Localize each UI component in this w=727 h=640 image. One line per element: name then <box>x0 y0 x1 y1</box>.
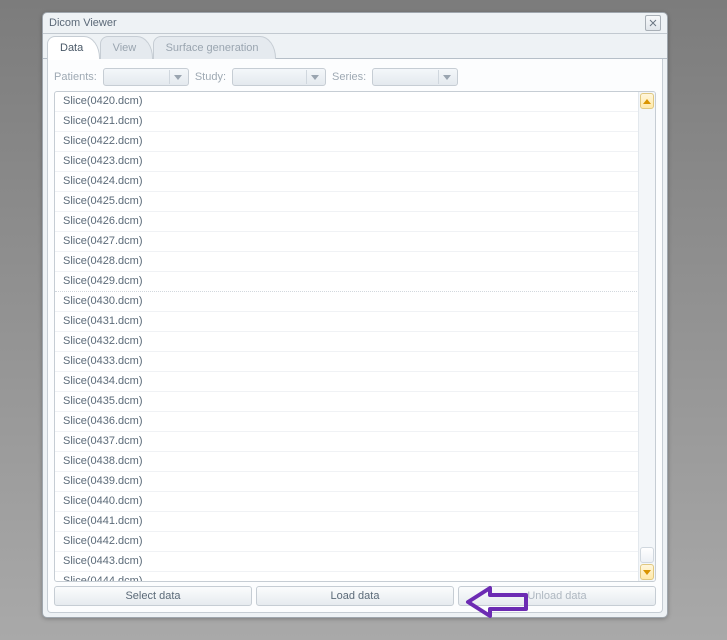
caret-up-icon <box>643 99 651 104</box>
list-item[interactable]: Slice(0426.dcm) <box>55 212 639 232</box>
dicom-viewer-dialog: Dicom Viewer Data View Surface generatio… <box>42 12 668 618</box>
list-item[interactable]: Slice(0420.dcm) <box>55 92 639 112</box>
list-item[interactable]: Slice(0432.dcm) <box>55 332 639 352</box>
list-item[interactable]: Slice(0431.dcm) <box>55 312 639 332</box>
series-label: Series: <box>332 71 366 83</box>
filter-row: Patients: Study: Series: <box>54 65 656 89</box>
list-item[interactable]: Slice(0433.dcm) <box>55 352 639 372</box>
tab-body-data: Patients: Study: Series: Slice(0420.dcm)… <box>47 59 663 613</box>
chevron-down-icon <box>438 70 455 84</box>
list-item[interactable]: Slice(0425.dcm) <box>55 192 639 212</box>
list-item[interactable]: Slice(0438.dcm) <box>55 452 639 472</box>
list-item[interactable]: Slice(0434.dcm) <box>55 372 639 392</box>
list-item[interactable]: Slice(0439.dcm) <box>55 472 639 492</box>
chevron-down-icon <box>169 70 186 84</box>
scroll-down-button[interactable] <box>640 564 654 580</box>
list-item[interactable]: Slice(0435.dcm) <box>55 392 639 412</box>
tab-strip: Data View Surface generation <box>43 36 667 59</box>
tab-data[interactable]: Data <box>47 36 100 59</box>
list-item[interactable]: Slice(0422.dcm) <box>55 132 639 152</box>
list-item[interactable]: Slice(0423.dcm) <box>55 152 639 172</box>
patients-label: Patients: <box>54 71 97 83</box>
slice-list: Slice(0420.dcm)Slice(0421.dcm)Slice(0422… <box>54 91 656 582</box>
patients-combo[interactable] <box>103 68 189 86</box>
scrollbar-thumb[interactable] <box>640 547 654 563</box>
window-title: Dicom Viewer <box>49 13 117 33</box>
study-combo[interactable] <box>232 68 326 86</box>
list-item[interactable]: Slice(0442.dcm) <box>55 532 639 552</box>
titlebar: Dicom Viewer <box>43 13 667 34</box>
list-item[interactable]: Slice(0427.dcm) <box>55 232 639 252</box>
tab-view[interactable]: View <box>100 36 154 59</box>
close-icon <box>649 19 657 27</box>
unload-data-button[interactable]: Unload data <box>458 586 656 606</box>
study-label: Study: <box>195 71 226 83</box>
list-item[interactable]: Slice(0428.dcm) <box>55 252 639 272</box>
slice-list-viewport: Slice(0420.dcm)Slice(0421.dcm)Slice(0422… <box>55 92 639 581</box>
list-item[interactable]: Slice(0424.dcm) <box>55 172 639 192</box>
button-row: Select data Load data Unload data <box>54 586 656 606</box>
list-item[interactable]: Slice(0444.dcm) <box>55 572 639 581</box>
select-data-button[interactable]: Select data <box>54 586 252 606</box>
chevron-down-icon <box>306 70 323 84</box>
list-item[interactable]: Slice(0436.dcm) <box>55 412 639 432</box>
tab-surface[interactable]: Surface generation <box>153 36 276 59</box>
list-item[interactable]: Slice(0443.dcm) <box>55 552 639 572</box>
list-item[interactable]: Slice(0441.dcm) <box>55 512 639 532</box>
list-item[interactable]: Slice(0440.dcm) <box>55 492 639 512</box>
caret-down-icon <box>643 570 651 575</box>
load-data-button[interactable]: Load data <box>256 586 454 606</box>
list-item[interactable]: Slice(0421.dcm) <box>55 112 639 132</box>
close-button[interactable] <box>645 15 661 31</box>
scroll-up-button[interactable] <box>640 93 654 109</box>
list-item[interactable]: Slice(0437.dcm) <box>55 432 639 452</box>
scrollbar[interactable] <box>638 92 655 581</box>
list-item[interactable]: Slice(0430.dcm) <box>55 292 639 312</box>
list-item[interactable]: Slice(0429.dcm) <box>55 272 639 292</box>
series-combo[interactable] <box>372 68 458 86</box>
